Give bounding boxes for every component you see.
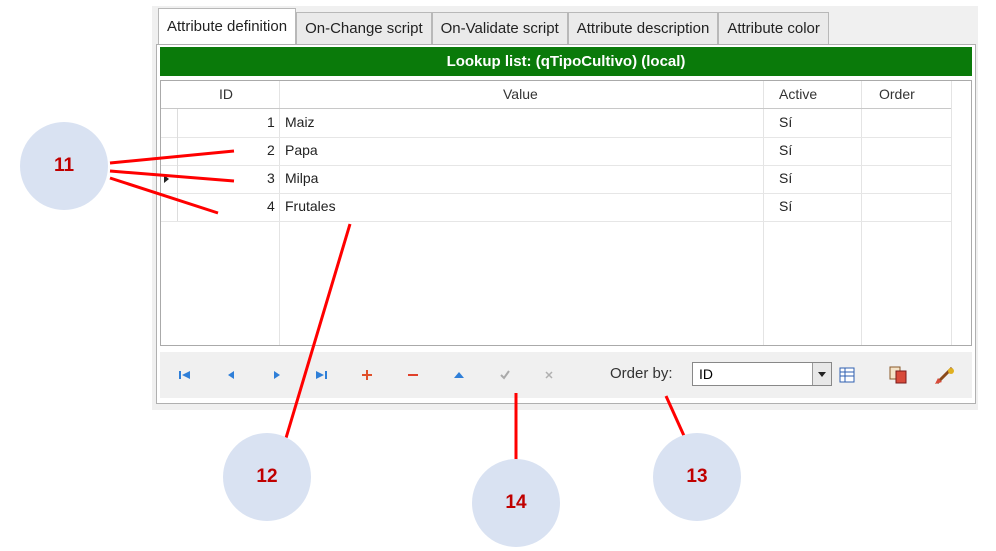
callout-12: 12 <box>223 433 311 521</box>
callout-14: 14 <box>472 459 560 547</box>
callout-11: 11 <box>20 122 108 210</box>
callout-13: 13 <box>653 433 741 521</box>
tab-attribute-definition[interactable]: Attribute definition <box>158 8 297 44</box>
